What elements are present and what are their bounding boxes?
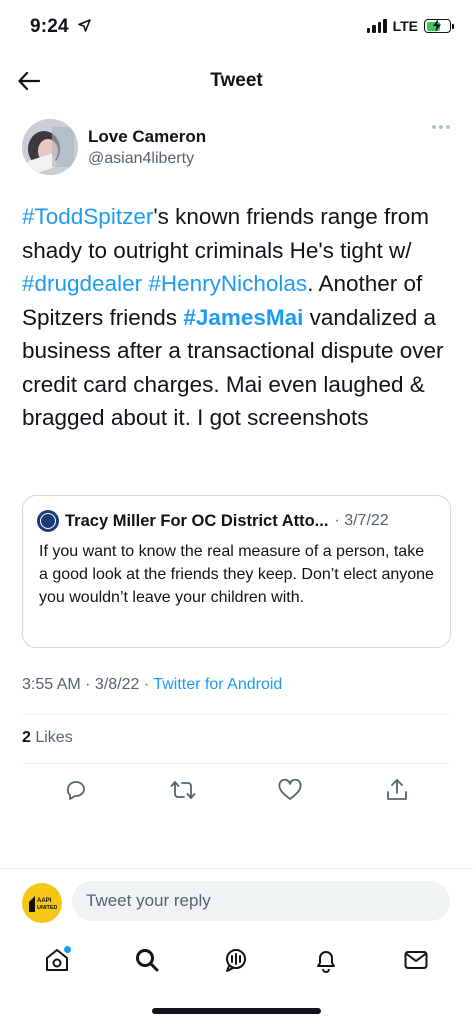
more-options-button[interactable] [432, 125, 450, 129]
user-avatar[interactable]: AAPI UNITED [22, 883, 62, 923]
tweet-text: #ToddSpitzer's known friends range from … [22, 200, 458, 435]
hashtag-link[interactable]: #drugdealer [22, 271, 142, 296]
author-name[interactable]: Love Cameron [88, 127, 206, 147]
svg-text:AAPI: AAPI [37, 898, 52, 904]
battery-icon [424, 19, 454, 33]
divider [22, 763, 451, 764]
share-icon [387, 779, 408, 800]
status-indicators: LTE [366, 18, 454, 34]
hashtag-link[interactable]: #JamesMai [183, 305, 303, 330]
signal-icon [366, 19, 387, 33]
notifications-icon [317, 951, 336, 973]
reply-input[interactable] [72, 881, 450, 921]
share-button[interactable] [383, 776, 411, 804]
home-notification-dot [63, 946, 71, 953]
likes-number: 2 [22, 729, 31, 746]
status-time: 9:24 [30, 16, 69, 37]
messages-icon [404, 951, 428, 969]
likes-label: Likes [30, 729, 73, 746]
likes-count[interactable]: 2 Likes [22, 729, 73, 747]
status-bar: 9:24 LTE [0, 0, 473, 52]
quoted-tweet-header: Tracy Miller For OC District Atto... · 3… [37, 510, 436, 532]
tweet-author: Love Cameron @asian4liberty [22, 119, 452, 175]
retweet-icon [170, 781, 196, 799]
reply-icon [66, 781, 85, 800]
tab-messages[interactable] [400, 944, 432, 976]
quoted-author-name: Tracy Miller For OC District Atto... [65, 511, 329, 530]
retweet-button[interactable] [169, 776, 197, 804]
author-handle[interactable]: @asian4liberty [88, 150, 194, 168]
quoted-date: · 3/7/22 [334, 512, 389, 529]
hashtag-link[interactable]: #ToddSpitzer [22, 204, 153, 229]
tab-notifications[interactable] [310, 944, 342, 976]
spaces-icon [226, 949, 247, 972]
tab-home[interactable] [41, 944, 73, 976]
quoted-tweet[interactable]: Tracy Miller For OC District Atto... · 3… [22, 495, 451, 648]
like-icon [278, 779, 302, 800]
bottom-tab-bar [0, 936, 473, 984]
quoted-tweet-text: If you want to know the real measure of … [39, 543, 434, 606]
nav-bar: Tweet [0, 58, 473, 102]
reply-bar: AAPI UNITED [0, 868, 473, 938]
avatar[interactable] [22, 119, 78, 175]
quoted-avatar [37, 510, 59, 532]
tweet-source-link[interactable]: Twitter for Android [153, 676, 282, 693]
tab-search[interactable] [131, 944, 163, 976]
divider [22, 714, 451, 715]
charging-bolt-icon [433, 19, 441, 32]
tweet-meta: 3:55 AM · 3/8/22 · Twitter for Android [22, 676, 282, 694]
tweet-actions [22, 776, 451, 804]
home-indicator [152, 1008, 321, 1014]
page-title: Tweet [210, 70, 263, 91]
network-label: LTE [392, 18, 418, 34]
avatar-image [22, 119, 78, 175]
tab-spaces[interactable] [220, 944, 252, 976]
tweet-timestamp: 3:55 AM · 3/8/22 · [22, 676, 154, 693]
hashtag-link[interactable]: #HenryNicholas [148, 271, 307, 296]
svg-text:UNITED: UNITED [37, 905, 57, 911]
reply-button[interactable] [62, 776, 90, 804]
location-arrow-icon [78, 19, 91, 32]
like-button[interactable] [276, 776, 304, 804]
search-icon [135, 949, 159, 972]
aapi-united-logo: AAPI UNITED [29, 896, 57, 912]
